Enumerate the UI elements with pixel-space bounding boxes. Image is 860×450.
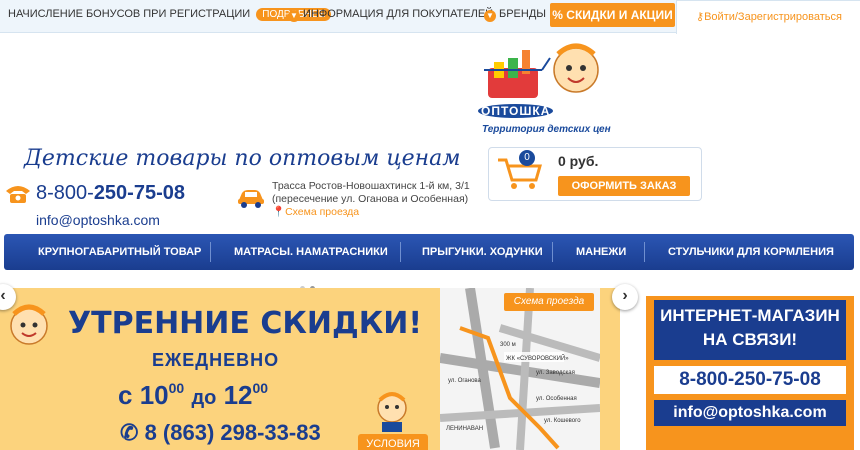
buyers-info-label: ИНФОРМАЦИЯ ДЛЯ ПОКУПАТЕЛЕЙ: [303, 8, 494, 20]
brands-menu[interactable]: ▼ БРЕНДЫ: [484, 8, 546, 22]
contact-banner-title: ИНТЕРНЕТ-МАГАЗИН НА СВЯЗИ!: [654, 300, 846, 360]
route-map: ЖК «СУВОРОВСКИЙ» ЛЕНИНАВАН ул. Оганова у…: [439, 288, 602, 450]
conditions-button[interactable]: УСЛОВИЯ: [358, 434, 428, 450]
promo-banner[interactable]: УТРЕННИЕ СКИДКИ! ЕЖЕДНЕВНО с 1000 до 120…: [0, 288, 620, 450]
route-map-label[interactable]: Схема проезда: [504, 293, 594, 311]
contact-banner-phone: 8-800-250-75-08: [654, 366, 846, 394]
nav-divider: [400, 242, 401, 262]
cart-count-badge: 0: [519, 150, 535, 166]
slogan: Детские товары по оптовым ценам: [24, 146, 461, 171]
checkout-button[interactable]: ОФОРМИТЬ ЗАКАЗ: [558, 176, 690, 196]
contact-banner[interactable]: ИНТЕРНЕТ-МАГАЗИН НА СВЯЗИ! 8-800-250-75-…: [646, 296, 854, 450]
banner-subtitle: ЕЖЕДНЕВНО: [152, 350, 280, 370]
banner-time: с 1000 до 1200: [118, 380, 269, 410]
map-image: ЖК «СУВОРОВСКИЙ» ЛЕНИНАВАН ул. Оганова у…: [439, 288, 602, 450]
map-street-label: ЖК «СУВОРОВСКИЙ»: [506, 354, 569, 362]
map-street-label: 300 м: [500, 342, 516, 348]
sale-button[interactable]: % СКИДКИ И АКЦИИ: [550, 3, 675, 27]
main-nav: КРУПНОГАБАРИТНЫЙ ТОВАР МАТРАСЫ. НАМАТРАС…: [4, 234, 854, 270]
top-bar: НАЧИСЛЕНИЕ БОНУСОВ ПРИ РЕГИСТРАЦИИ ПОДРО…: [0, 0, 860, 34]
chevron-left-icon: ‹: [0, 287, 6, 304]
chevron-down-icon: ▼: [288, 10, 300, 22]
store-address: Трасса Ростов-Новошахтинск 1-й км, 3/1 (…: [272, 180, 470, 205]
nav-divider: [552, 242, 553, 262]
map-street-label: ул. Оганова: [448, 378, 482, 384]
nav-divider: [210, 242, 211, 262]
banner-phone: ✆ 8 (863) 298-33-83: [120, 420, 321, 445]
nav-item-playpens[interactable]: МАНЕЖИ: [576, 234, 626, 270]
bonus-text: НАЧИСЛЕНИЕ БОНУСОВ ПРИ РЕГИСТРАЦИИ: [8, 8, 251, 20]
chevron-down-icon: ▼: [484, 10, 496, 22]
phone-icon: ✆: [120, 420, 139, 445]
map-street-label: ул. Кошевого: [544, 418, 581, 424]
logo-word: ОПТОШКА: [478, 98, 554, 121]
nav-item-large-goods[interactable]: КРУПНОГАБАРИТНЫЙ ТОВАР: [38, 234, 201, 270]
nav-divider: [644, 242, 645, 262]
buyers-info-menu[interactable]: ▼ ИНФОРМАЦИЯ ДЛЯ ПОКУПАТЕЛЕЙ: [288, 8, 493, 22]
location-pin-icon: 📍: [272, 206, 286, 218]
phone-icon: [6, 186, 30, 203]
login-link[interactable]: ⚷Войти/Зарегистрироваться: [676, 0, 860, 34]
map-street-label: ул. Заводская: [536, 370, 575, 376]
logo-tagline: Территория детских цен: [482, 124, 611, 135]
route-link[interactable]: 📍Схема проезда: [272, 205, 359, 218]
map-street-label: ул. Особенная: [536, 396, 577, 402]
key-icon: ⚷: [696, 11, 705, 23]
brands-label: БРЕНДЫ: [499, 8, 547, 20]
nav-item-jumpers-walkers[interactable]: ПРЫГУНКИ. ХОДУНКИ: [422, 234, 543, 270]
bonus-link[interactable]: НАЧИСЛЕНИЕ БОНУСОВ ПРИ РЕГИСТРАЦИИ ПОДРО…: [8, 8, 332, 21]
contact-banner-email: info@optoshka.com: [654, 400, 846, 426]
nav-item-mattresses[interactable]: МАТРАСЫ. НАМАТРАСНИКИ: [234, 234, 388, 270]
banner-title: УТРЕННИЕ СКИДКИ!: [68, 306, 423, 341]
chevron-right-icon: ›: [622, 287, 628, 304]
login-label: Войти/Зарегистрироваться: [704, 11, 842, 23]
cart-total: 0 руб.: [558, 153, 599, 169]
kid-mascot-icon: [377, 392, 407, 432]
slider-next-button[interactable]: ›: [612, 284, 638, 310]
car-icon: [238, 190, 264, 208]
header-phone[interactable]: 8-800-250-75-08: [36, 182, 185, 205]
nav-item-high-chairs[interactable]: СТУЛЬЧИКИ ДЛЯ КОРМЛЕНИЯ: [668, 234, 834, 270]
header-email[interactable]: info@optoshka.com: [36, 212, 160, 228]
map-street-label: ЛЕНИНАВАН: [446, 426, 483, 432]
